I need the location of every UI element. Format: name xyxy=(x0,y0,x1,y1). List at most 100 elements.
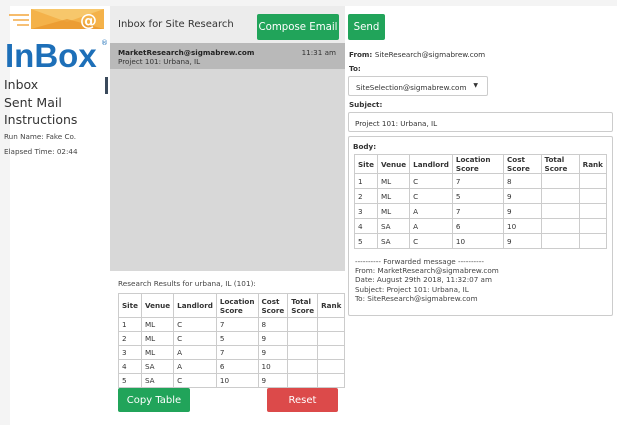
table-cell xyxy=(287,373,319,388)
table-cell xyxy=(540,173,580,189)
from-field: From: SiteResearch@sigmabrew.com xyxy=(349,50,485,59)
table-cell: ML xyxy=(376,188,411,204)
table-cell: ML xyxy=(140,345,175,360)
table-cell xyxy=(287,317,319,332)
message-list: MarketResearch@sigmabrew.com Project 101… xyxy=(110,43,345,271)
table-cell: SA xyxy=(140,373,175,388)
table-cell: 5 xyxy=(354,233,378,249)
table-cell: ML xyxy=(376,203,411,219)
inbox-header: Inbox for Site Research Compose Email xyxy=(110,6,345,43)
column-header: Landlord xyxy=(173,293,217,318)
table-cell: 10 xyxy=(257,359,289,374)
table-row: 2 ML C 5 9 xyxy=(118,331,346,346)
table-cell xyxy=(287,331,319,346)
table-cell: 9 xyxy=(257,345,289,360)
table-cell xyxy=(317,317,346,332)
table-cell xyxy=(317,359,346,374)
table-row: 4 SA A 6 10 xyxy=(118,359,346,374)
to-select[interactable]: SiteSelection@sigmabrew.com ▼ xyxy=(348,76,488,96)
table-cell xyxy=(317,373,346,388)
table-row: 1 ML C 7 8 xyxy=(118,317,346,332)
table-cell: SA xyxy=(376,233,411,249)
research-results-table: Site Venue Landlord Location Score Cost … xyxy=(118,293,346,388)
to-label: To: xyxy=(349,64,361,73)
sidebar-item-sent-mail[interactable]: Sent Mail xyxy=(4,95,62,110)
sidebar-item-instructions[interactable]: Instructions xyxy=(4,112,77,127)
inbox-logo: @ InBox ® xyxy=(5,7,109,74)
table-cell: 2 xyxy=(118,331,142,346)
column-header: Cost Score xyxy=(503,154,542,174)
table-cell: 6 xyxy=(215,359,259,374)
table-row: 1 ML C 7 8 xyxy=(354,173,608,189)
table-cell: 9 xyxy=(503,188,542,204)
body-results-table: Site Venue Landlord Location Score Cost … xyxy=(354,154,608,249)
column-header: Rank xyxy=(578,154,608,174)
caret-down-icon: ▼ xyxy=(473,82,478,89)
table-cell: 7 xyxy=(451,173,505,189)
table-cell: A xyxy=(173,359,217,374)
subject-value: Project 101: Urbana, IL xyxy=(355,119,438,128)
table-cell: 7 xyxy=(215,317,259,332)
column-header: Landlord xyxy=(409,154,453,174)
from-value: SiteResearch@sigmabrew.com xyxy=(374,50,486,59)
table-cell xyxy=(540,188,580,204)
table-cell: C xyxy=(409,233,453,249)
svg-text:InBox: InBox xyxy=(7,37,97,69)
table-row: 5 SA C 10 9 xyxy=(118,373,346,388)
table-cell: 8 xyxy=(503,173,542,189)
sidebar-item-inbox[interactable]: Inbox xyxy=(4,77,38,92)
table-cell: 3 xyxy=(118,345,142,360)
table-cell xyxy=(578,203,608,219)
send-button[interactable]: Send xyxy=(348,14,385,40)
table-cell: 9 xyxy=(257,331,289,346)
copy-table-button[interactable]: Copy Table xyxy=(118,388,190,412)
table-cell: 5 xyxy=(451,188,505,204)
table-header-row: Site Venue Landlord Location Score Cost … xyxy=(118,293,346,318)
table-cell: SA xyxy=(140,359,175,374)
table-cell: 9 xyxy=(503,203,542,219)
column-header: Location Score xyxy=(215,293,259,318)
table-row: 3 ML A 7 9 xyxy=(118,345,346,360)
forwarded-message: ---------- Forwarded message ---------- … xyxy=(355,257,499,303)
table-cell: 9 xyxy=(503,233,542,249)
table-header-row: Site Venue Landlord Location Score Cost … xyxy=(354,154,608,174)
reset-button[interactable]: Reset xyxy=(267,388,338,412)
table-cell: 4 xyxy=(354,218,378,234)
table-cell: C xyxy=(173,331,217,346)
body-editor[interactable]: Body: Site Venue Landlord Location Score… xyxy=(348,136,613,316)
table-cell: 3 xyxy=(354,203,378,219)
subject-input[interactable]: Project 101: Urbana, IL xyxy=(348,112,613,132)
table-cell: 8 xyxy=(257,317,289,332)
table-cell: C xyxy=(409,173,453,189)
table-cell: A xyxy=(173,345,217,360)
column-header: Venue xyxy=(376,154,411,174)
column-header: Site xyxy=(354,154,378,174)
table-row: 4 SA A 6 10 xyxy=(354,218,608,234)
table-cell: 6 xyxy=(451,218,505,234)
compose-email-button[interactable]: Compose Email xyxy=(257,14,339,40)
table-cell xyxy=(540,233,580,249)
table-cell: C xyxy=(173,317,217,332)
to-select-value: SiteSelection@sigmabrew.com xyxy=(356,83,467,92)
table-cell: 10 xyxy=(451,233,505,249)
column-header: Cost Score xyxy=(257,293,289,318)
column-header: Total Score xyxy=(287,293,319,318)
table-cell: C xyxy=(409,188,453,204)
subject-label: Subject: xyxy=(349,100,383,109)
svg-text:@: @ xyxy=(80,11,97,31)
table-row: 3 ML A 7 9 xyxy=(354,203,608,219)
message-item[interactable]: MarketResearch@sigmabrew.com Project 101… xyxy=(110,43,345,69)
from-label: From: xyxy=(349,50,373,59)
table-cell: ML xyxy=(140,331,175,346)
table-cell xyxy=(578,173,608,189)
table-cell xyxy=(578,233,608,249)
active-nav-indicator xyxy=(105,77,108,94)
table-cell: 7 xyxy=(451,203,505,219)
column-header: Total Score xyxy=(540,154,580,174)
table-cell: 5 xyxy=(118,373,142,388)
table-cell: 10 xyxy=(215,373,259,388)
table-cell xyxy=(317,345,346,360)
column-header: Rank xyxy=(317,293,346,318)
table-cell: SA xyxy=(376,218,411,234)
table-row: 5 SA C 10 9 xyxy=(354,233,608,249)
